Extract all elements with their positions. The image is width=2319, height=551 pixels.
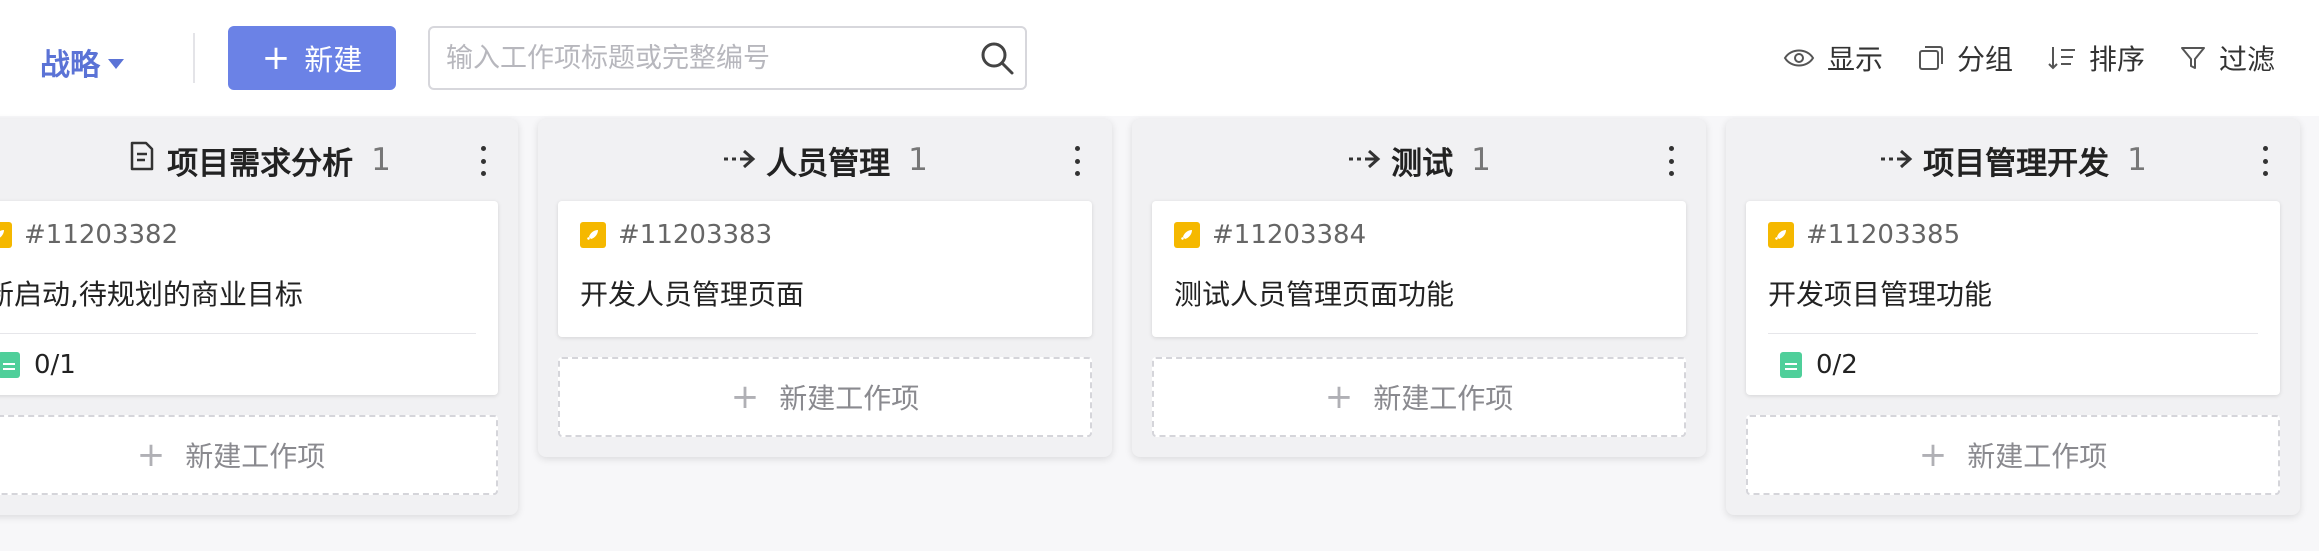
rocket-icon — [0, 222, 12, 248]
column-header: 项目需求分析 1 — [0, 119, 518, 201]
add-work-item-label: 新建工作项 — [1967, 440, 2108, 473]
column-header: 测试 1 — [1132, 119, 1706, 201]
sort-label: 排序 — [2088, 43, 2145, 76]
subtask-doc-icon — [0, 351, 20, 378]
subtask-count: 0/2 — [1816, 349, 1858, 380]
more-icon[interactable] — [1072, 146, 1082, 176]
card-title: 新启动,待规划的商业目标 — [0, 278, 303, 311]
card-id: #11203384 — [1212, 220, 1367, 250]
card-title: 开发人员管理页面 — [580, 278, 805, 311]
card-id-row: #11203384 — [1174, 201, 1664, 263]
view-label: 战略 — [40, 48, 100, 83]
flow-arrow-icon — [1347, 142, 1381, 178]
plus-icon: + — [1918, 435, 1948, 475]
new-button-label: 新建 — [304, 43, 363, 77]
column-title: 测试 — [1391, 145, 1454, 182]
add-work-item-button[interactable]: + 新建工作项 — [558, 357, 1092, 437]
column-count: 1 — [1471, 142, 1491, 178]
card-id-row: #11203385 — [1768, 201, 2258, 263]
plus-icon: + — [261, 38, 291, 78]
filter-label: 过滤 — [2218, 43, 2275, 76]
card-id: #11203382 — [24, 220, 179, 250]
add-work-item-label: 新建工作项 — [185, 440, 326, 473]
group-icon — [1917, 44, 1945, 72]
filter-button[interactable]: 过滤 — [2179, 38, 2275, 78]
column-project-dev: 项目管理开发 1 #11203385 开发项目管理功能 0/2 + 新建工作项 — [1726, 119, 2300, 515]
work-item-card[interactable]: #11203383 开发人员管理页面 — [558, 201, 1092, 337]
add-work-item-label: 新建工作项 — [779, 382, 920, 415]
card-id-row: #11203383 — [580, 201, 1070, 263]
column-count: 1 — [371, 142, 391, 178]
work-item-card[interactable]: #11203382 新启动,待规划的商业目标 0/1 — [0, 201, 498, 395]
rocket-icon — [1174, 222, 1200, 248]
work-item-card[interactable]: #11203385 开发项目管理功能 0/2 — [1746, 201, 2280, 395]
divider — [193, 33, 195, 83]
more-icon[interactable] — [2260, 146, 2270, 176]
column-count: 1 — [908, 142, 928, 178]
more-icon[interactable] — [1666, 146, 1676, 176]
search-icon[interactable] — [969, 40, 1025, 76]
more-icon[interactable] — [478, 146, 488, 176]
card-title: 开发项目管理功能 — [1768, 278, 1993, 311]
eye-icon — [1783, 46, 1815, 70]
filter-icon — [2179, 44, 2207, 72]
caret-down-icon — [108, 59, 124, 69]
plus-icon: + — [136, 435, 166, 475]
column-requirements: 项目需求分析 1 #11203382 新启动,待规划的商业目标 0/1 + 新建… — [0, 119, 518, 515]
subtask-doc-icon — [1780, 351, 1802, 378]
card-id: #11203385 — [1806, 220, 1961, 250]
rocket-icon — [1768, 222, 1794, 248]
column-title: 人员管理 — [766, 145, 891, 182]
view-switcher[interactable]: 战略 — [40, 38, 124, 86]
column-title: 项目需求分析 — [167, 145, 354, 182]
work-item-card[interactable]: #11203384 测试人员管理页面功能 — [1152, 201, 1686, 337]
group-label: 分组 — [1956, 43, 2013, 76]
subtask-count: 0/1 — [34, 349, 76, 380]
add-work-item-label: 新建工作项 — [1373, 382, 1514, 415]
new-button[interactable]: + 新建 — [228, 26, 396, 90]
display-label: 显示 — [1826, 43, 1883, 76]
search-box — [428, 26, 1027, 90]
sort-icon — [2047, 44, 2077, 72]
view-tools: 显示 分组 排序 过滤 — [1783, 36, 2275, 80]
column-header: 项目管理开发 1 — [1726, 119, 2300, 201]
flow-arrow-icon — [1879, 142, 1913, 178]
add-work-item-button[interactable]: + 新建工作项 — [1746, 415, 2280, 495]
plus-icon: + — [730, 377, 760, 417]
column-count: 1 — [2127, 142, 2147, 178]
card-subtasks: 0/2 — [1768, 333, 2258, 395]
add-work-item-button[interactable]: + 新建工作项 — [1152, 357, 1686, 437]
card-title: 测试人员管理页面功能 — [1174, 278, 1455, 311]
document-icon — [127, 140, 157, 180]
kanban-board: 项目需求分析 1 #11203382 新启动,待规划的商业目标 0/1 + 新建… — [0, 116, 2319, 551]
plus-icon: + — [1324, 377, 1354, 417]
sort-button[interactable]: 排序 — [2047, 38, 2145, 78]
rocket-icon — [580, 222, 606, 248]
column-testing: 测试 1 #11203384 测试人员管理页面功能 + 新建工作项 — [1132, 119, 1706, 457]
card-id: #11203383 — [618, 220, 773, 250]
add-work-item-button[interactable]: + 新建工作项 — [0, 415, 498, 495]
column-header: 人员管理 1 — [538, 119, 1112, 201]
column-title: 项目管理开发 — [1923, 145, 2110, 182]
search-input[interactable] — [430, 28, 969, 88]
display-button[interactable]: 显示 — [1783, 38, 1883, 78]
flow-arrow-icon — [722, 142, 756, 178]
card-id-row: #11203382 — [0, 201, 476, 263]
column-personnel: 人员管理 1 #11203383 开发人员管理页面 + 新建工作项 — [538, 119, 1112, 457]
group-button[interactable]: 分组 — [1917, 38, 2013, 78]
card-subtasks: 0/1 — [0, 333, 476, 395]
toolbar: 战略 + 新建 显示 分组 排序 — [0, 0, 2319, 116]
